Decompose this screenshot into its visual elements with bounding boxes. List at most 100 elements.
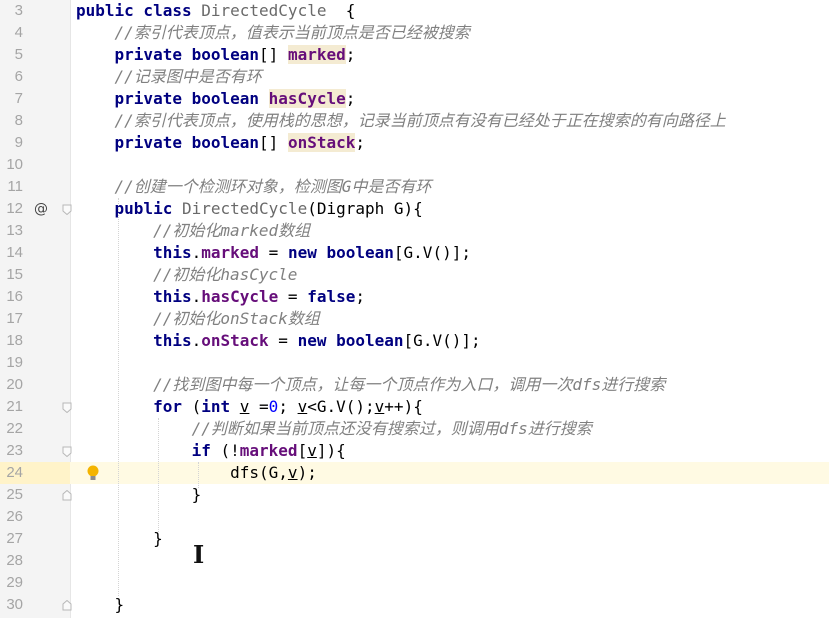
fold-marker-icon[interactable] bbox=[62, 204, 72, 215]
code-line[interactable]: 18 this.onStack = new boolean[G.V()]; bbox=[0, 330, 829, 352]
code-text[interactable]: public DirectedCycle(Digraph G){ bbox=[76, 198, 423, 220]
code-text[interactable]: //创建一个检测环对象，检测图G中是否有环 bbox=[76, 176, 432, 198]
code-token: v bbox=[287, 463, 298, 482]
fold-marker-icon[interactable] bbox=[62, 402, 72, 413]
code-token: //索引代表顶点，使用栈的思想，记录当前顶点有没有已经处于正在搜索的有向路径上 bbox=[114, 111, 726, 130]
line-number: 22 bbox=[6, 420, 23, 437]
code-token: false bbox=[307, 287, 356, 306]
code-text[interactable]: private boolean hasCycle; bbox=[76, 88, 355, 110]
line-number: 24 bbox=[6, 464, 23, 481]
fold-marker-icon[interactable] bbox=[62, 446, 72, 457]
line-number: 3 bbox=[14, 2, 23, 19]
gutter-cell: 5 bbox=[0, 44, 70, 66]
code-line[interactable]: 8 //索引代表顶点，使用栈的思想，记录当前顶点有没有已经处于正在搜索的有向路径… bbox=[0, 110, 829, 132]
code-line[interactable]: 5 private boolean[] marked; bbox=[0, 44, 829, 66]
code-text[interactable]: } bbox=[76, 594, 125, 616]
line-number: 5 bbox=[14, 46, 23, 63]
code-text[interactable]: } bbox=[76, 528, 163, 550]
code-text[interactable]: if (!marked[v]){ bbox=[76, 440, 346, 462]
code-line[interactable]: 6 //记录图中是否有环 bbox=[0, 66, 829, 88]
code-token: new boolean bbox=[297, 331, 404, 350]
code-text[interactable]: for (int v =0; v<G.V();v++){ bbox=[76, 396, 423, 418]
code-line[interactable]: 7 private boolean hasCycle; bbox=[0, 88, 829, 110]
code-text[interactable]: this.hasCycle = false; bbox=[76, 286, 365, 308]
gutter-cell: 3 bbox=[0, 0, 70, 22]
code-line[interactable]: 22 //判断如果当前顶点还没有搜索过，则调用dfs进行搜索 bbox=[0, 418, 829, 440]
gutter-cell: 19 bbox=[0, 352, 70, 374]
code-line[interactable]: 21 for (int v =0; v<G.V();v++){ bbox=[0, 396, 829, 418]
code-line[interactable]: 24 dfs(G,v); bbox=[0, 462, 829, 484]
code-token: [] bbox=[259, 45, 288, 64]
gutter-cell: 12 @ bbox=[0, 198, 72, 220]
code-token: onStack bbox=[287, 133, 356, 152]
code-line[interactable]: 30 } bbox=[0, 594, 829, 616]
code-token: } bbox=[76, 529, 163, 548]
line-number: 25 bbox=[6, 486, 23, 503]
line-number: 23 bbox=[6, 442, 23, 459]
code-text[interactable]: //记录图中是否有环 bbox=[76, 66, 262, 88]
code-text[interactable]: //初始化marked数组 bbox=[76, 220, 310, 242]
code-line[interactable]: 28 bbox=[0, 550, 829, 572]
fold-marker-icon[interactable] bbox=[62, 490, 72, 501]
code-token: //记录图中是否有环 bbox=[114, 67, 262, 86]
code-token: //索引代表顶点，值表示当前顶点是否已经被搜索 bbox=[114, 23, 470, 42]
code-line[interactable]: 26 bbox=[0, 506, 829, 528]
gutter-cell: 21 bbox=[0, 396, 72, 418]
code-line[interactable]: 4 //索引代表顶点，值表示当前顶点是否已经被搜索 bbox=[0, 22, 829, 44]
gutter-cell: 9 bbox=[0, 132, 70, 154]
code-token: private boolean bbox=[114, 45, 260, 64]
code-text[interactable]: private boolean[] onStack; bbox=[76, 132, 365, 154]
code-line[interactable]: 17 //初始化onStack数组 bbox=[0, 308, 829, 330]
code-token: = bbox=[278, 287, 308, 306]
code-token: ; bbox=[278, 397, 298, 416]
gutter-cell: 6 bbox=[0, 66, 70, 88]
code-line[interactable]: 11 //创建一个检测环对象，检测图G中是否有环 bbox=[0, 176, 829, 198]
code-line[interactable]: 13 //初始化marked数组 bbox=[0, 220, 829, 242]
code-line[interactable]: 27 } bbox=[0, 528, 829, 550]
code-text[interactable]: //判断如果当前顶点还没有搜索过，则调用dfs进行搜索 bbox=[76, 418, 592, 440]
code-token: this bbox=[153, 243, 192, 262]
code-text[interactable]: //找到图中每一个顶点，让每一个顶点作为入口，调用一次dfs进行搜索 bbox=[76, 374, 665, 396]
line-number: 26 bbox=[6, 508, 23, 525]
code-text[interactable]: //初始化hasCycle bbox=[76, 264, 297, 286]
code-line[interactable]: 14 this.marked = new boolean[G.V()]; bbox=[0, 242, 829, 264]
override-marker-icon[interactable]: @ bbox=[34, 198, 50, 220]
code-text[interactable]: dfs(G,v); bbox=[76, 462, 317, 484]
code-text[interactable]: } bbox=[76, 484, 202, 506]
code-token: (! bbox=[220, 441, 240, 460]
code-token: ]){ bbox=[316, 441, 346, 460]
code-editor[interactable]: 3 public class DirectedCycle {4 //索引代表顶点，… bbox=[0, 0, 829, 618]
code-text[interactable]: this.onStack = new boolean[G.V()]; bbox=[76, 330, 481, 352]
code-line[interactable]: 29 bbox=[0, 572, 829, 594]
indent-guide bbox=[118, 198, 119, 596]
code-line[interactable]: 19 bbox=[0, 352, 829, 374]
code-text[interactable]: //初始化onStack数组 bbox=[76, 308, 320, 330]
code-token: private boolean bbox=[114, 133, 260, 152]
code-line[interactable]: 16 this.hasCycle = false; bbox=[0, 286, 829, 308]
line-number: 6 bbox=[14, 68, 23, 85]
code-line[interactable]: 15 //初始化hasCycle bbox=[0, 264, 829, 286]
code-line[interactable]: 25 } bbox=[0, 484, 829, 506]
code-text[interactable]: this.marked = new boolean[G.V()]; bbox=[76, 242, 471, 264]
code-text[interactable]: public class DirectedCycle { bbox=[76, 0, 355, 22]
code-line[interactable]: 12 @ public DirectedCycle(Digraph G){ bbox=[0, 198, 829, 220]
code-token: = bbox=[268, 331, 298, 350]
code-line[interactable]: 20 //找到图中每一个顶点，让每一个顶点作为入口，调用一次dfs进行搜索 bbox=[0, 374, 829, 396]
code-text[interactable]: private boolean[] marked; bbox=[76, 44, 355, 66]
code-text[interactable]: //索引代表顶点，使用栈的思想，记录当前顶点有没有已经处于正在搜索的有向路径上 bbox=[76, 110, 726, 132]
code-token: . bbox=[191, 331, 202, 350]
code-line[interactable]: 3 public class DirectedCycle { bbox=[0, 0, 829, 22]
fold-marker-icon[interactable] bbox=[62, 600, 72, 611]
code-text[interactable]: //索引代表顶点，值表示当前顶点是否已经被搜索 bbox=[76, 22, 470, 44]
code-line[interactable]: 9 private boolean[] onStack; bbox=[0, 132, 829, 154]
code-line[interactable]: 23 if (!marked[v]){ bbox=[0, 440, 829, 462]
code-token: [G.V()]; bbox=[393, 243, 471, 262]
indent-guide bbox=[198, 462, 199, 488]
code-line[interactable]: 10 bbox=[0, 154, 829, 176]
code-token: //初始化onStack数组 bbox=[153, 309, 320, 328]
gutter-cell: 30 bbox=[0, 594, 72, 616]
